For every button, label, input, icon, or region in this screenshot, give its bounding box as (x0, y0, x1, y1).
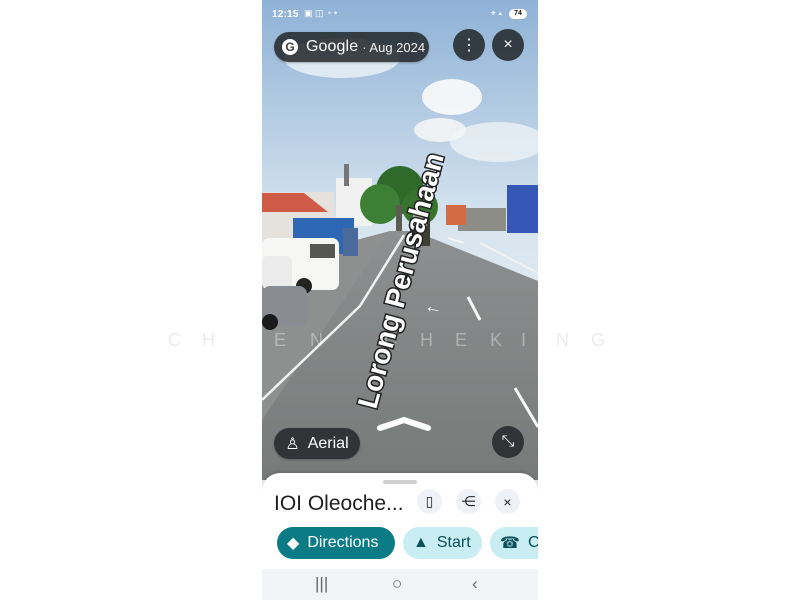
watermark-letter-6: C (384, 330, 397, 350)
close-street-view-button[interactable]: × (492, 29, 524, 61)
place-title[interactable]: IOI Oleoche... (274, 492, 404, 516)
person-icon: ♙ (285, 435, 300, 453)
bookmark-icon: ▯ (425, 493, 434, 509)
watermark-letter-3: I (240, 330, 246, 350)
watermark-letter-7: H (420, 330, 433, 350)
watermark-letter-5: N (310, 330, 323, 350)
start-navigation-button[interactable]: ▲ Start (403, 527, 482, 559)
drag-handle[interactable] (383, 480, 417, 484)
image-date: · Aug 2024 (362, 39, 426, 55)
directions-icon: ◆ (287, 535, 300, 552)
more-vertical-icon: ⋮ (461, 37, 477, 54)
google-logo-icon: G (282, 39, 298, 55)
call-label: Ca (527, 534, 538, 551)
watermark-letter-2: H (202, 330, 215, 350)
watermark-letter-10: I (521, 330, 527, 350)
directions-label: Directions (307, 534, 379, 551)
notification-icons: ▣ ◫ ◔ • (304, 8, 338, 18)
close-place-button[interactable]: × (495, 489, 520, 514)
close-icon: × (503, 493, 512, 510)
image-source-label: Google (306, 38, 359, 55)
status-bar: 12:15 ▣ ◫ ◔ • ⌖ ▴ 74 (262, 0, 538, 28)
watermark-letter-8: E (455, 330, 468, 350)
phone-icon: ☎ (500, 535, 520, 552)
watermark-letter-11: N (556, 330, 569, 350)
minimize-icon: ⤡ (501, 433, 515, 450)
more-options-button[interactable]: ⋮ (453, 29, 485, 61)
share-place-button[interactable]: ⋲ (456, 489, 481, 514)
minimize-view-button[interactable]: ⤡ (492, 426, 524, 458)
start-label: Start (436, 534, 471, 551)
android-navigation-bar: ||| ○ ‹ (262, 569, 538, 600)
aerial-view-button[interactable]: ♙ Aerial (274, 428, 360, 459)
share-icon: ⋲ (461, 493, 476, 509)
directions-button[interactable]: ◆ Directions (277, 527, 395, 559)
phone-screen: Lorong Perusahaan ↑ 12:15 ▣ ◫ ◔ • ⌖ ▴ 74… (262, 0, 538, 600)
recent-apps-icon[interactable]: ||| (315, 574, 328, 594)
connectivity-icons: ⌖ ▴ (490, 8, 502, 18)
image-source-pill[interactable]: G Google · Aug 2024 (274, 32, 429, 62)
place-bottom-sheet: IOI Oleoche... ▯ ⋲ × ◆ Directions ▲ Star… (262, 473, 538, 569)
watermark-letter-9: K (490, 330, 503, 350)
aerial-label: Aerial (307, 434, 349, 452)
close-icon: × (503, 36, 513, 53)
watermark-letter-12: G (591, 330, 606, 350)
back-icon[interactable]: ‹ (472, 574, 478, 594)
call-button[interactable]: ☎ Ca (490, 527, 538, 559)
home-icon[interactable]: ○ (392, 574, 402, 594)
watermark-letter-4: E (274, 330, 287, 350)
save-place-button[interactable]: ▯ (417, 489, 442, 514)
battery-icon: 74 (509, 9, 527, 19)
watermark-letter-1: C (168, 330, 181, 350)
navigation-icon: ▲ (413, 534, 429, 551)
status-time: 12:15 (272, 9, 299, 20)
